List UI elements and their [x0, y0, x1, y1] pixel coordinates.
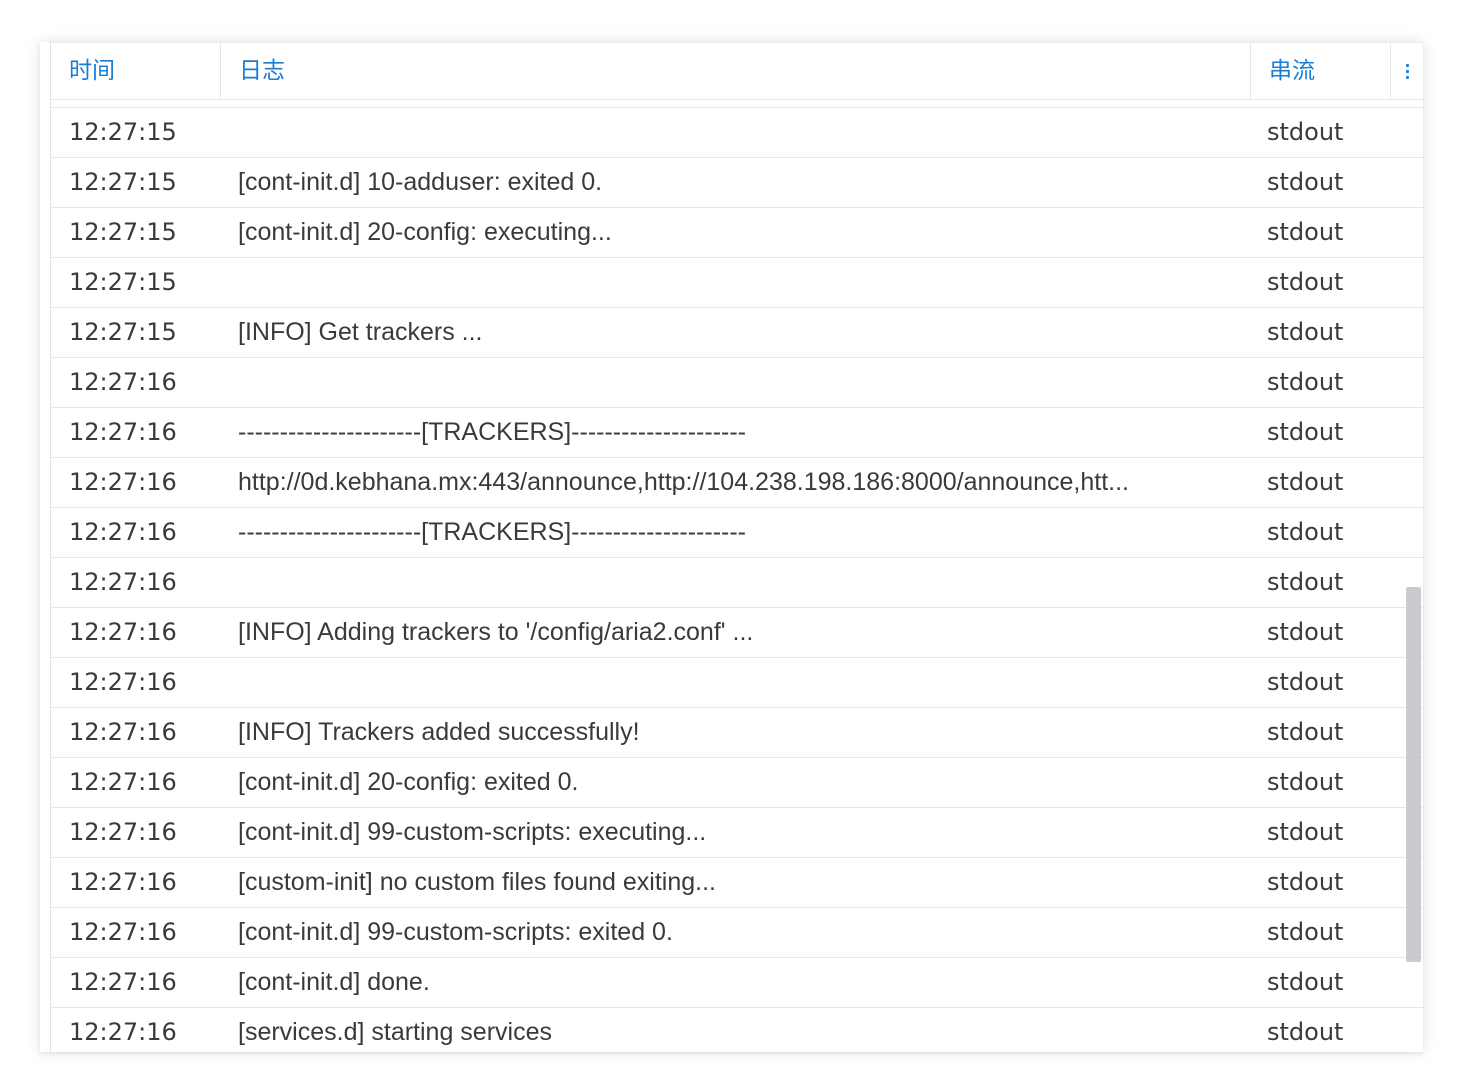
- log-cell: [cont-init.d] 99-custom-scripts: exited …: [238, 918, 673, 946]
- stream-cell: stdout: [1267, 768, 1344, 796]
- table-row[interactable]: 12:27:16 ----------------------[TRACKERS]…: [51, 408, 1423, 458]
- stream-cell: stdout: [1267, 518, 1344, 546]
- time-cell: 12:27:15: [69, 218, 177, 246]
- time-cell: 12:27:16: [69, 868, 177, 896]
- table-header: 时间 日志 串流: [51, 42, 1423, 100]
- table-row[interactable]: 12:27:16 [cont-init.d] 20-config: exited …: [51, 758, 1423, 808]
- log-cell: [custom-init] no custom files found exit…: [238, 868, 716, 896]
- table-body[interactable]: 12:27:15 stdout 12:27:15 [cont-init.d] 10-a…: [51, 99, 1423, 1052]
- table-row[interactable]: 12:27:16 [cont-init.d] 99-custom-scripts:…: [51, 808, 1423, 858]
- log-cell: [238, 358, 1238, 407]
- partial-row: [51, 99, 1423, 108]
- time-cell: 12:27:16: [69, 568, 177, 596]
- table-row[interactable]: 12:27:16 stdout: [51, 658, 1423, 708]
- time-cell: 12:27:16: [69, 818, 177, 846]
- log-table: 时间 日志 串流 12:27:15 stdout 12:27:15 [cont-ini…: [50, 42, 1423, 1052]
- table-row[interactable]: 12:27:16 [INFO] Adding trackers to '/conf…: [51, 608, 1423, 658]
- log-cell: http://0d.kebhana.mx:443/announce,http:/…: [238, 468, 1129, 496]
- stream-cell: stdout: [1267, 868, 1344, 896]
- time-cell: 12:27:16: [69, 468, 177, 496]
- table-row[interactable]: 12:27:16 [INFO] Trackers added successful…: [51, 708, 1423, 758]
- time-cell: 12:27:15: [69, 318, 177, 346]
- table-row[interactable]: 12:27:16 stdout: [51, 358, 1423, 408]
- log-cell: [INFO] Trackers added successfully!: [238, 718, 640, 746]
- log-cell: ----------------------[TRACKERS]--------…: [238, 518, 747, 546]
- table-row[interactable]: 12:27:16 [services.d] starting services st…: [51, 1008, 1423, 1052]
- rows-container: 12:27:15 stdout 12:27:15 [cont-init.d] 10-a…: [51, 108, 1423, 1052]
- stream-cell: stdout: [1267, 718, 1344, 746]
- table-row[interactable]: 12:27:15 stdout: [51, 258, 1423, 308]
- time-cell: 12:27:16: [69, 718, 177, 746]
- time-cell: 12:27:16: [69, 968, 177, 996]
- stream-cell: stdout: [1267, 618, 1344, 646]
- time-cell: 12:27:15: [69, 168, 177, 196]
- stream-cell: stdout: [1267, 118, 1344, 146]
- time-cell: 12:27:15: [69, 268, 177, 296]
- time-cell: 12:27:16: [69, 918, 177, 946]
- time-cell: 12:27:16: [69, 668, 177, 696]
- column-header-log[interactable]: 日志: [221, 43, 1251, 99]
- stream-cell: stdout: [1267, 168, 1344, 196]
- log-cell: [238, 558, 1238, 607]
- table-row[interactable]: 12:27:16 stdout: [51, 558, 1423, 608]
- log-cell: [cont-init.d] 20-config: exited 0.: [238, 768, 579, 796]
- stream-cell: stdout: [1267, 368, 1344, 396]
- log-cell: [238, 658, 1238, 707]
- log-cell: [services.d] starting services: [238, 1018, 552, 1046]
- time-cell: 12:27:16: [69, 368, 177, 396]
- table-row[interactable]: 12:27:16 ----------------------[TRACKERS]…: [51, 508, 1423, 558]
- stream-cell: stdout: [1267, 818, 1344, 846]
- stream-cell: stdout: [1267, 268, 1344, 296]
- time-cell: 12:27:16: [69, 618, 177, 646]
- stream-cell: stdout: [1267, 218, 1344, 246]
- log-cell: [cont-init.d] 99-custom-scripts: executi…: [238, 818, 707, 846]
- table-row[interactable]: 12:27:16 http://0d.kebhana.mx:443/announc…: [51, 458, 1423, 508]
- table-row[interactable]: 12:27:15 [cont-init.d] 10-adduser: exited…: [51, 158, 1423, 208]
- table-row[interactable]: 12:27:16 [cont-init.d] 99-custom-scripts:…: [51, 908, 1423, 958]
- column-header-time[interactable]: 时间: [51, 43, 221, 99]
- stream-cell: stdout: [1267, 468, 1344, 496]
- stream-cell: stdout: [1267, 568, 1344, 596]
- table-row[interactable]: 12:27:15 [INFO] Get trackers ... stdout: [51, 308, 1423, 358]
- log-cell: [cont-init.d] 20-config: executing...: [238, 218, 612, 246]
- column-menu-button[interactable]: [1391, 43, 1423, 99]
- table-row[interactable]: 12:27:15 stdout: [51, 108, 1423, 158]
- stream-cell: stdout: [1267, 968, 1344, 996]
- table-row[interactable]: 12:27:16 [cont-init.d] done. stdout: [51, 958, 1423, 1008]
- log-cell: [cont-init.d] done.: [238, 968, 430, 996]
- stream-cell: stdout: [1267, 918, 1344, 946]
- time-cell: 12:27:15: [69, 118, 177, 146]
- log-cell: [INFO] Get trackers ...: [238, 318, 483, 346]
- vertical-scrollbar-thumb[interactable]: [1406, 587, 1421, 962]
- log-cell: [238, 108, 1238, 157]
- stream-cell: stdout: [1267, 1018, 1344, 1046]
- log-cell: [238, 258, 1238, 307]
- log-cell: [cont-init.d] 10-adduser: exited 0.: [238, 168, 603, 196]
- column-header-stream[interactable]: 串流: [1251, 43, 1391, 99]
- time-cell: 12:27:16: [69, 518, 177, 546]
- more-vertical-icon: [1406, 63, 1409, 79]
- stream-cell: stdout: [1267, 668, 1344, 696]
- time-cell: 12:27:16: [69, 768, 177, 796]
- log-cell: ----------------------[TRACKERS]--------…: [238, 418, 747, 446]
- stream-cell: stdout: [1267, 318, 1344, 346]
- log-cell: [INFO] Adding trackers to '/config/aria2…: [238, 618, 754, 646]
- table-row[interactable]: 12:27:15 [cont-init.d] 20-config: executi…: [51, 208, 1423, 258]
- time-cell: 12:27:16: [69, 1018, 177, 1046]
- log-panel: 时间 日志 串流 12:27:15 stdout 12:27:15 [cont-ini…: [40, 42, 1423, 1052]
- time-cell: 12:27:16: [69, 418, 177, 446]
- stream-cell: stdout: [1267, 418, 1344, 446]
- table-row[interactable]: 12:27:16 [custom-init] no custom files fo…: [51, 858, 1423, 908]
